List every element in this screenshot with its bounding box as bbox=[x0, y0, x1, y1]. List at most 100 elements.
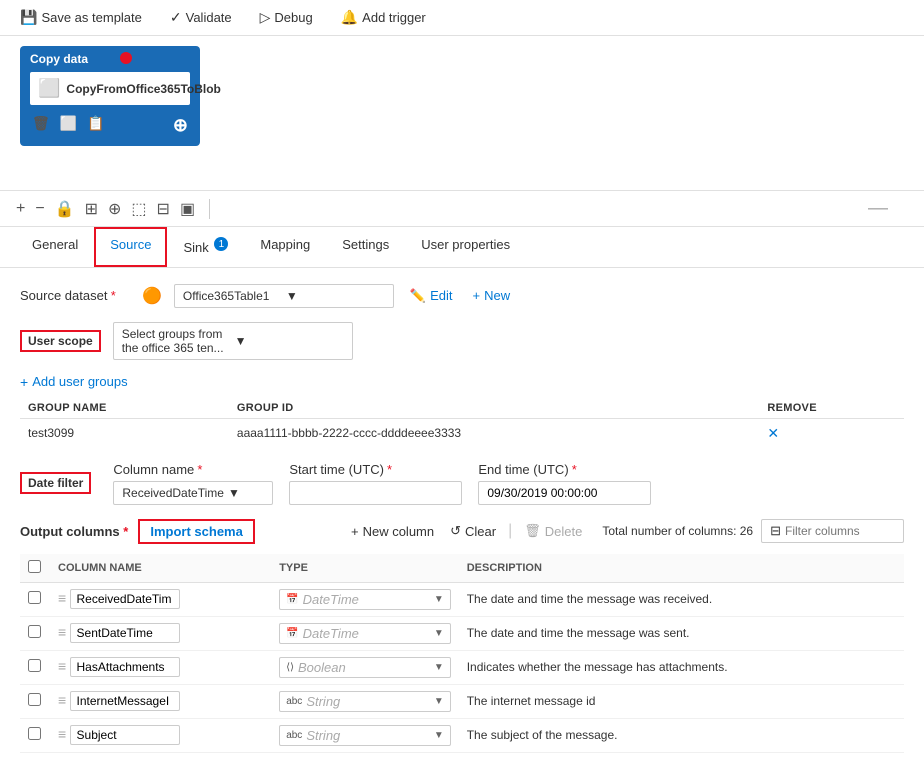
col-type-dropdown-1[interactable]: 📅 DateTime ▼ bbox=[279, 623, 451, 644]
type-icon-3: abc bbox=[286, 696, 302, 707]
drag-handle-3[interactable]: ≡ bbox=[58, 692, 66, 708]
tab-settings[interactable]: Settings bbox=[326, 227, 405, 267]
source-dataset-dropdown[interactable]: Office365Table1 ▼ bbox=[174, 284, 394, 308]
start-time-input[interactable] bbox=[289, 481, 462, 505]
row-checkbox-1[interactable] bbox=[28, 625, 41, 638]
col-name-cell-0: ≡ bbox=[50, 582, 271, 616]
office365-icon: 🟠 bbox=[142, 286, 162, 306]
connect-icon[interactable]: ⊕ bbox=[173, 115, 188, 136]
groups-table: GROUP NAME GROUP ID REMOVE test3099 aaaa… bbox=[20, 398, 904, 448]
col-type-dropdown-2[interactable]: ⟨⟩ Boolean ▼ bbox=[279, 657, 451, 678]
clear-icon: ↺ bbox=[450, 523, 461, 539]
output-actions: + New column ↺ Clear | 🗑 Delete Total nu… bbox=[347, 519, 904, 543]
import-schema-button[interactable]: Import schema bbox=[138, 519, 254, 544]
canvas-toolbar: + − 🔒 ⊞ ⊕ ⬚ ⊟ ▣ — bbox=[0, 191, 924, 227]
user-scope-label: User scope bbox=[20, 330, 101, 352]
drag-handle-4[interactable]: ≡ bbox=[58, 726, 66, 742]
drag-handle-0[interactable]: ≡ bbox=[58, 590, 66, 606]
column-name-dropdown[interactable]: ReceivedDateTime ▼ bbox=[113, 481, 273, 505]
tab-mapping[interactable]: Mapping bbox=[244, 227, 326, 267]
date-filter-inner: Column name * ReceivedDateTime ▼ St bbox=[113, 462, 651, 505]
col-name-input-4[interactable] bbox=[70, 725, 180, 745]
col-name-input-0[interactable] bbox=[70, 589, 180, 609]
canvas-area: Copy data ⬜ CopyFromOffice365ToBlob 🗑 ⬜ … bbox=[0, 36, 924, 191]
user-scope-dropdown[interactable]: Select groups from the office 365 ten...… bbox=[113, 322, 353, 360]
user-scope-section: User scope Select groups from the office… bbox=[20, 322, 904, 448]
col-type-dropdown-4[interactable]: abc String ▼ bbox=[279, 725, 451, 746]
type-text-4: String bbox=[306, 728, 430, 743]
tab-sink[interactable]: Sink 1 bbox=[167, 227, 244, 267]
group-name-header: GROUP NAME bbox=[20, 398, 229, 419]
add-user-groups-button[interactable]: + Add user groups bbox=[20, 374, 128, 390]
canvas-crosshair-tool[interactable]: ⊕ bbox=[108, 199, 121, 219]
new-column-plus-icon: + bbox=[351, 524, 359, 539]
drag-handle-2[interactable]: ≡ bbox=[58, 658, 66, 674]
drag-handle-1[interactable]: ≡ bbox=[58, 624, 66, 640]
debug-button[interactable]: ▷ Debug bbox=[256, 7, 317, 28]
type-text-2: Boolean bbox=[298, 660, 430, 675]
group-id-header: GROUP ID bbox=[229, 398, 759, 419]
delete-button[interactable]: 🗑 Delete bbox=[520, 521, 586, 541]
col-type-cell-3: abc String ▼ bbox=[271, 684, 459, 718]
col-name-cell-3: ≡ bbox=[50, 684, 271, 718]
canvas-lock-tool[interactable]: 🔒 bbox=[55, 199, 75, 219]
validate-button[interactable]: ✓ Validate bbox=[166, 7, 236, 28]
new-dataset-plus-icon: + bbox=[473, 288, 481, 303]
source-dataset-label: Source dataset * bbox=[20, 288, 130, 303]
row-checkbox-0[interactable] bbox=[28, 591, 41, 604]
edit-icon: ✏️ bbox=[410, 288, 426, 304]
canvas-minus-tool[interactable]: − bbox=[35, 200, 44, 218]
col-name-input-3[interactable] bbox=[70, 691, 180, 711]
canvas-layers-tool[interactable]: ▣ bbox=[180, 199, 195, 219]
column-name-label: Column name * bbox=[113, 462, 273, 477]
col-type-cell-1: 📅 DateTime ▼ bbox=[271, 616, 459, 650]
tab-user-properties[interactable]: User properties bbox=[405, 227, 526, 267]
col-type-dropdown-0[interactable]: 📅 DateTime ▼ bbox=[279, 589, 451, 610]
canvas-plus-tool[interactable]: + bbox=[16, 200, 25, 218]
sink-tab-badge: 1 bbox=[214, 237, 228, 251]
row-checkbox-4[interactable] bbox=[28, 727, 41, 740]
canvas-grid-tool[interactable]: ⊞ bbox=[85, 199, 98, 219]
source-dataset-required: * bbox=[111, 288, 116, 303]
filter-columns-input[interactable] bbox=[785, 524, 895, 538]
add-trigger-button[interactable]: 🔔 Add trigger bbox=[337, 7, 430, 28]
type-icon-1: 📅 bbox=[286, 628, 298, 639]
col-type-cell-2: ⟨⟩ Boolean ▼ bbox=[271, 650, 459, 684]
select-all-checkbox[interactable] bbox=[28, 560, 41, 573]
clear-button[interactable]: ↺ Clear bbox=[446, 521, 500, 541]
type-chevron-0: ▼ bbox=[434, 594, 444, 605]
date-filter-section: Date filter Column name * ReceivedDateTi… bbox=[20, 462, 904, 505]
clone-icon[interactable]: 📋 bbox=[87, 115, 104, 136]
edit-dataset-button[interactable]: ✏️ Edit bbox=[406, 288, 457, 304]
row-checkbox-2[interactable] bbox=[28, 659, 41, 672]
remove-group-button[interactable]: ✕ bbox=[767, 425, 779, 441]
col-desc-cell-3: The internet message id bbox=[459, 684, 904, 718]
canvas-layout-tool[interactable]: ⊟ bbox=[157, 199, 170, 219]
col-name-input-2[interactable] bbox=[70, 657, 180, 677]
end-time-label: End time (UTC) * bbox=[478, 462, 651, 477]
table-row: ≡ abc String ▼ The subject of the messag… bbox=[20, 718, 904, 752]
column-name-header: COLUMN NAME bbox=[50, 554, 271, 583]
user-scope-chevron: ▼ bbox=[235, 334, 344, 348]
delete-icon[interactable]: 🗑 bbox=[32, 115, 50, 136]
col-desc-cell-1: The date and time the message was sent. bbox=[459, 616, 904, 650]
new-dataset-button[interactable]: + New bbox=[469, 288, 515, 303]
copy-icon[interactable]: ⬜ bbox=[60, 115, 77, 136]
col-name-input-1[interactable] bbox=[70, 623, 180, 643]
date-filter-row: Date filter Column name * ReceivedDateTi… bbox=[20, 462, 904, 505]
end-time-input[interactable] bbox=[478, 481, 651, 505]
row-checkbox-3[interactable] bbox=[28, 693, 41, 706]
copy-data-actions: 🗑 ⬜ 📋 ⊕ bbox=[30, 111, 190, 140]
save-template-button[interactable]: 💾 Save as template bbox=[16, 7, 146, 28]
tab-general[interactable]: General bbox=[16, 227, 94, 267]
col-desc-cell-4: The subject of the message. bbox=[459, 718, 904, 752]
row-checkbox-cell bbox=[20, 616, 50, 650]
start-time-group: Start time (UTC) * bbox=[289, 462, 462, 505]
tab-source[interactable]: Source bbox=[94, 227, 167, 267]
canvas-crop-tool[interactable]: ⬚ bbox=[131, 199, 146, 219]
copy-data-box[interactable]: Copy data ⬜ CopyFromOffice365ToBlob 🗑 ⬜ … bbox=[20, 46, 200, 146]
type-chevron-2: ▼ bbox=[434, 662, 444, 673]
col-name-cell-2: ≡ bbox=[50, 650, 271, 684]
new-column-button[interactable]: + New column bbox=[347, 522, 438, 541]
col-type-dropdown-3[interactable]: abc String ▼ bbox=[279, 691, 451, 712]
